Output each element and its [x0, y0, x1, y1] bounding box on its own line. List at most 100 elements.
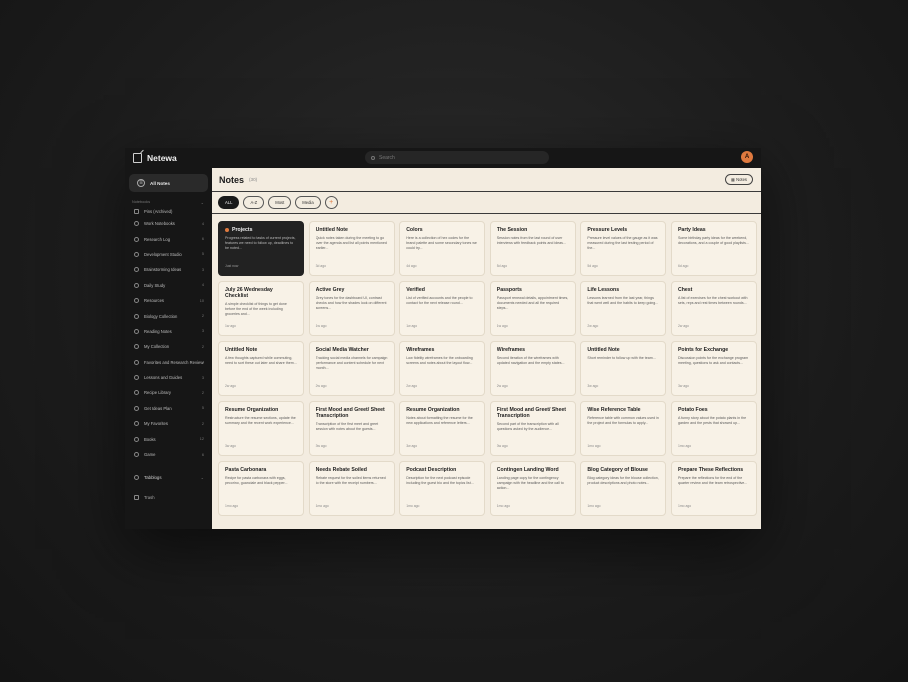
chevron-down-icon: ⌄: [200, 199, 204, 205]
avatar[interactable]: A: [741, 151, 753, 163]
sidebar-item-notebook[interactable]: Biology Collection 2: [125, 308, 212, 323]
sidebar-item-notebook[interactable]: Favorites and Research Reviews: [125, 355, 212, 370]
note-card[interactable]: Passports Passport renewal details, appoi…: [489, 281, 576, 336]
sidebar-item-trash[interactable]: Trash: [125, 492, 212, 502]
sidebar-item-label: Work Notebooks: [144, 221, 175, 227]
note-date: 4d ago: [406, 264, 417, 268]
note-title: Podcast Description: [406, 467, 478, 473]
note-title-text: Untitled Note: [225, 347, 258, 353]
note-preview: Short reminder to follow up with the tea…: [587, 356, 656, 360]
note-title-text: Projects: [232, 227, 253, 233]
search-input[interactable]: Search: [365, 151, 549, 164]
sidebar-item-notebook[interactable]: Development Studio 5: [125, 247, 212, 262]
note-preview: Discussion points for the exchange progr…: [677, 356, 749, 365]
note-date: 1w ago: [406, 324, 418, 328]
note-date: 2w ago: [315, 384, 327, 388]
note-card[interactable]: Potato Foes A funny story about the potat…: [670, 401, 757, 456]
tags-section-header[interactable]: Tabblogs ⌄: [125, 472, 212, 482]
filter-chip[interactable]: Media: [295, 196, 321, 209]
note-card[interactable]: Resume Organization Notes about formattin…: [399, 401, 486, 456]
notes-icon: ≡: [137, 179, 145, 187]
note-card[interactable]: Resume Organization Restructure the resum…: [218, 401, 304, 456]
note-card[interactable]: Projects Progress related to tasks of cur…: [218, 221, 304, 276]
all-notes-button[interactable]: ≡ All Notes: [129, 174, 208, 192]
note-card[interactable]: Untitled Note A few thoughts captured whi…: [218, 341, 304, 396]
sidebar-item-notebook[interactable]: Daily Study 4: [125, 278, 212, 293]
top-bar: Netewa Search A: [125, 148, 761, 168]
note-card[interactable]: Life Lessons Lessons learned from the las…: [580, 281, 667, 336]
filter-chip[interactable]: A-Z: [243, 196, 265, 209]
note-card[interactable]: Needs Rebate Soiled Rebate request for th…: [308, 461, 395, 516]
note-card[interactable]: Active Grey Grey tones for the dashboard …: [308, 281, 395, 336]
note-card[interactable]: Wise Reference Table Reference table with…: [580, 401, 667, 456]
sidebar-item-notebook[interactable]: My Collection 2: [125, 339, 212, 354]
sidebar-item-notebook[interactable]: Recipe Library 2: [125, 385, 212, 400]
note-card[interactable]: Pressure Levels Pressure level values of …: [580, 221, 667, 276]
note-card[interactable]: Contingen Landing Word Landing page copy …: [489, 461, 576, 516]
sidebar-item-notebook[interactable]: Research Log 6: [125, 231, 212, 246]
notebook-icon: [134, 344, 139, 350]
note-card[interactable]: Untitled Note Quick notes taken during th…: [308, 221, 395, 276]
note-title-text: Podcast Description: [406, 467, 457, 473]
sidebar-item-count: 6: [201, 452, 204, 457]
note-date: 3w ago: [587, 384, 599, 388]
filter-chip[interactable]: ALL: [218, 196, 240, 209]
sidebar-item-notebook[interactable]: Books 12: [125, 431, 212, 446]
sidebar-item-notebook[interactable]: Get Ideas Plan 5: [125, 401, 212, 416]
sidebar-item-pins[interactable]: Pins (Archived): [125, 206, 212, 216]
filter-chip[interactable]: Most: [268, 196, 292, 209]
note-title-text: Active Grey: [315, 287, 345, 293]
note-card[interactable]: Blog Category of Blouse Blog category ide…: [580, 461, 667, 516]
sidebar-item-count: 3: [201, 329, 204, 334]
sidebar-item-count: 3: [201, 267, 204, 272]
note-card[interactable]: Verified List of verified accounts and th…: [399, 281, 486, 336]
notes-header: Notes (30) ▦ Notes: [212, 168, 761, 192]
tags-label: Tabblogs: [144, 474, 162, 480]
note-card[interactable]: Social Media Watcher Tracking social medi…: [308, 341, 395, 396]
notebook-icon: [134, 328, 139, 334]
note-card[interactable]: Untitled Note Short reminder to follow up…: [580, 341, 667, 396]
sidebar-item-notebook[interactable]: Brainstorming Ideas 3: [125, 262, 212, 277]
note-card[interactable]: Pasta Carbonara Recipe for pasta carbonar…: [218, 461, 304, 516]
note-card[interactable]: The Session Session notes from the last r…: [489, 221, 576, 276]
note-card[interactable]: Party Ideas Some birthday party ideas for…: [670, 221, 757, 276]
search-icon: [371, 155, 375, 160]
sidebar-item-notebook[interactable]: Work Notebooks 4: [125, 216, 212, 231]
note-preview: Passport renewal details, appointment ti…: [496, 296, 569, 310]
note-preview: Transcription of the first meet and gree…: [315, 422, 379, 431]
note-card[interactable]: Prepare These Reflections Prepare the ref…: [670, 461, 757, 516]
sidebar-item-notebook[interactable]: Resources 10: [125, 293, 212, 308]
filter-bar: ALL A-Z Most Media +: [212, 192, 761, 214]
note-card[interactable]: First Mood and Greet/ Sheet Transcriptio…: [308, 401, 395, 456]
note-card[interactable]: Wireframes Low fidelity wireframes for th…: [399, 341, 486, 396]
sidebar-item-count: 5: [201, 252, 204, 257]
sidebar-item-notebook[interactable]: Game 6: [125, 447, 212, 462]
note-title-text: Needs Rebate Soiled: [315, 467, 367, 473]
sidebar-item-notebook[interactable]: My Favorites 2: [125, 416, 212, 431]
app-logo[interactable]: Netewa: [133, 153, 253, 163]
note-date: 3w ago: [677, 384, 689, 388]
sort-button[interactable]: ▦ Notes: [725, 174, 753, 185]
note-title-text: Wireframes: [406, 347, 435, 353]
note-card[interactable]: First Mood and Greet/ Sheet Transcriptio…: [489, 401, 576, 456]
sidebar-item-label: My Favorites: [144, 421, 168, 427]
notebook-icon: [134, 390, 139, 396]
note-card[interactable]: Colors Here is a collection of hex codes …: [399, 221, 486, 276]
sidebar-item-notebook[interactable]: Lessons and Guides 3: [125, 370, 212, 385]
note-card[interactable]: Points for Exchange Discussion points for…: [670, 341, 757, 396]
notebook-icon: [134, 436, 139, 442]
note-date: 2w ago: [496, 384, 508, 388]
note-card[interactable]: July 26 Wednesday Checklist A simple chec…: [218, 281, 304, 336]
sidebar-item-notebook[interactable]: Reading Notes 3: [125, 324, 212, 339]
note-preview: Blog category ideas for the blouse colle…: [587, 476, 659, 485]
note-card[interactable]: Podcast Description Description for the n…: [399, 461, 486, 516]
note-card[interactable]: Chest A list of exercises for the chest w…: [670, 281, 757, 336]
note-card[interactable]: Wireframes Second iteration of the wirefr…: [489, 341, 576, 396]
notebooks-section-header[interactable]: Notebooks ⌄: [125, 198, 212, 206]
note-title: Active Grey: [316, 287, 388, 293]
trash-label: Trash: [144, 494, 155, 500]
note-title: Prepare These Reflections: [678, 467, 750, 473]
sidebar-item-label: Favorites and Research Reviews: [144, 359, 204, 365]
add-filter-button[interactable]: +: [324, 196, 338, 209]
note-title-text: Resume Organization: [406, 407, 460, 413]
